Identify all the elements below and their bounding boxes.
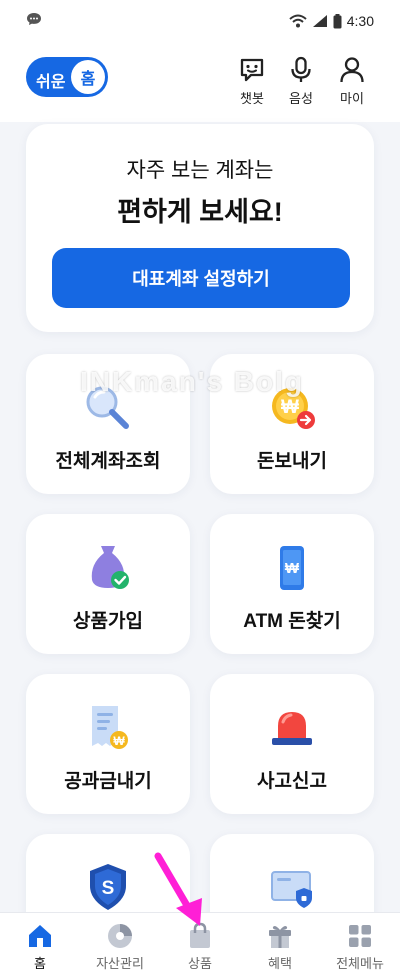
person-icon [340, 57, 364, 83]
svg-text:₩: ₩ [113, 734, 125, 748]
tile-label: 공과금내기 [64, 771, 152, 792]
nav-asset-label: 자산관리 [96, 956, 144, 971]
bill-receipt-icon: ₩ [92, 706, 128, 749]
chatbot-button[interactable]: 챗봇 [230, 56, 274, 108]
chatbot-icon [240, 58, 264, 82]
home-icon [29, 925, 51, 947]
easy-mode-toggle[interactable]: 쉬운 홈 [26, 57, 108, 97]
shield-s-icon: S [90, 864, 126, 910]
money-bag-check-icon [91, 546, 129, 589]
nav-home-label: 홈 [34, 956, 46, 971]
hero-title: 편하게 보세요! [117, 197, 283, 227]
tile-atm-withdraw[interactable]: ₩ ATM 돈찾기 [210, 514, 374, 654]
secure-card-icon [271, 871, 312, 908]
siren-icon [272, 712, 312, 745]
representative-account-card: 자주 보는 계좌는 편하게 보세요! 대표계좌 설정하기 [26, 124, 374, 332]
tile-accident-report[interactable]: 사고신고 [210, 674, 374, 814]
annotation-arrow-icon [154, 852, 202, 926]
tile-product-signup[interactable]: 상품가입 [26, 514, 190, 654]
voice-label: 음성 [289, 91, 313, 106]
nav-benefits[interactable]: 혜택 [240, 921, 320, 972]
microphone-icon [291, 56, 311, 82]
status-bar: 4:30 [0, 0, 400, 42]
status-time: 4:30 [346, 13, 374, 29]
voice-button[interactable]: 음성 [279, 56, 323, 108]
tile-label: 전체계좌조회 [55, 451, 161, 472]
gift-icon [269, 926, 291, 948]
nav-products-label: 상품 [188, 956, 212, 971]
svg-text:S: S [102, 878, 115, 899]
tile-label: ATM 돈찾기 [243, 611, 341, 632]
pie-chart-icon [108, 924, 132, 948]
home-mode-knob: 홈 [71, 60, 105, 94]
easy-mode-label: 쉬운 [36, 74, 66, 91]
blog-watermark: INKman's Bolg [80, 366, 305, 397]
nav-benefits-label: 혜택 [268, 956, 292, 971]
nav-asset-management[interactable]: 자산관리 [80, 921, 160, 972]
my-label: 마이 [340, 91, 364, 106]
set-representative-account-button[interactable]: 대표계좌 설정하기 [52, 248, 350, 308]
svg-text:₩: ₩ [285, 560, 300, 577]
nav-all-menu-label: 전체메뉴 [336, 956, 384, 971]
svg-text:₩: ₩ [281, 397, 299, 418]
wifi-icon [289, 14, 307, 28]
message-notification-icon [27, 13, 41, 25]
tile-label: 돈보내기 [257, 451, 327, 472]
atm-phone-icon: ₩ [280, 546, 304, 590]
tile-pay-utility-bills[interactable]: ₩ 공과금내기 [26, 674, 190, 814]
nav-all-menu[interactable]: 전체메뉴 [320, 921, 400, 972]
nav-home[interactable]: 홈 [0, 921, 80, 972]
tile-label: 사고신고 [257, 771, 327, 792]
status-indicators: 4:30 [289, 12, 374, 30]
my-button[interactable]: 마이 [330, 56, 374, 108]
grid-icon [349, 925, 371, 947]
hero-subtitle: 자주 보는 계좌는 [126, 159, 274, 182]
tile-label: 상품가입 [73, 611, 143, 632]
chatbot-label: 챗봇 [240, 91, 264, 106]
battery-icon [333, 13, 342, 28]
signal-icon [312, 15, 327, 27]
